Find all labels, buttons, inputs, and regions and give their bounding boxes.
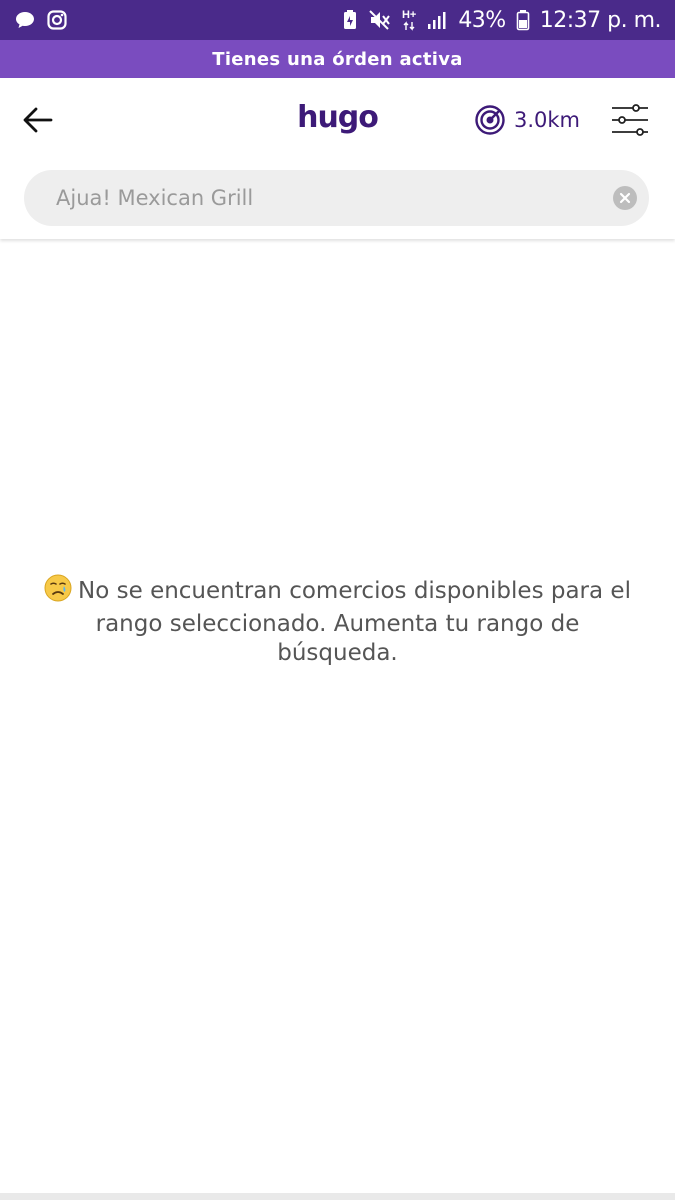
active-order-banner[interactable]: Tienes una órden activa xyxy=(0,40,675,78)
radar-icon xyxy=(475,105,505,135)
network-type-label: H+ xyxy=(401,8,417,21)
range-button[interactable]: 3.0km xyxy=(474,100,580,140)
empty-state-message: No se encuentran comercios disponibles p… xyxy=(78,578,631,666)
battery-icon xyxy=(516,9,530,31)
mute-icon xyxy=(368,9,392,31)
range-label: 3.0km xyxy=(514,108,581,132)
crying-face-icon xyxy=(44,574,72,610)
search-bar xyxy=(24,170,649,226)
back-arrow-icon xyxy=(23,107,53,133)
filter-button[interactable] xyxy=(608,100,652,140)
back-button[interactable] xyxy=(18,100,58,140)
status-left xyxy=(14,9,68,31)
status-right: H+ 43% 12:37 p. m. xyxy=(342,7,662,33)
instagram-icon xyxy=(46,9,68,31)
app-header: hugo 3.0km xyxy=(0,78,675,239)
status-bar: H+ 43% 12:37 p. m. xyxy=(0,0,675,40)
chat-bubble-icon xyxy=(14,9,36,31)
network-arrows-icon: H+ xyxy=(402,9,416,31)
active-order-text: Tienes una órden activa xyxy=(212,48,463,70)
bottom-edge xyxy=(0,1193,675,1200)
logo-text: hugo xyxy=(297,100,379,135)
sliders-icon xyxy=(612,104,648,136)
clear-search-button[interactable] xyxy=(613,186,637,210)
status-time: 12:37 p. m. xyxy=(539,7,662,33)
empty-state: No se encuentran comercios disponibles p… xyxy=(40,574,635,668)
signal-icon xyxy=(426,9,448,31)
battery-saver-icon xyxy=(342,9,358,31)
battery-percent: 43% xyxy=(458,7,506,33)
close-icon xyxy=(619,192,631,204)
search-input[interactable] xyxy=(24,170,604,226)
